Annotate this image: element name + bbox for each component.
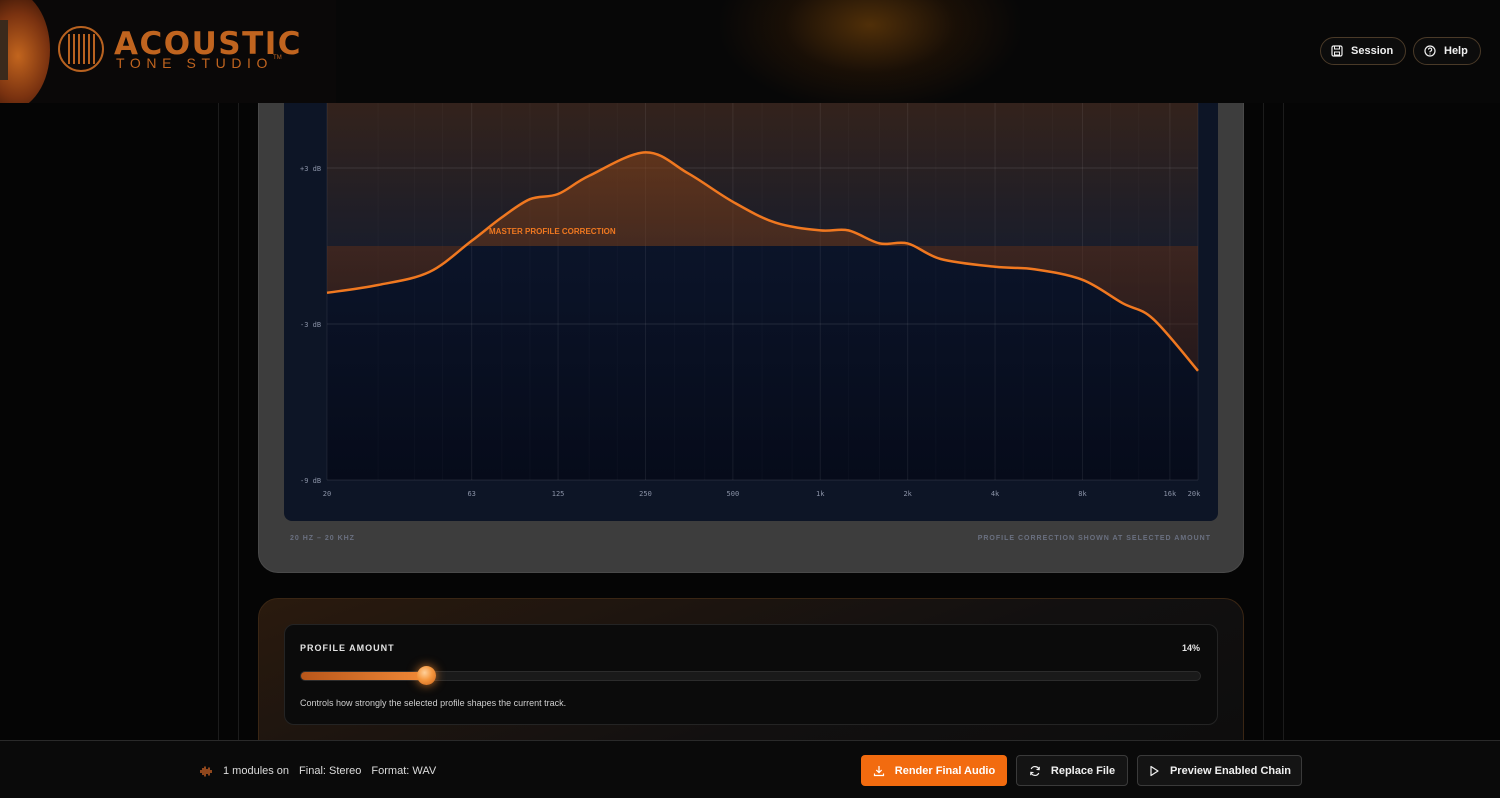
preview-enabled-chain-button[interactable]: Preview Enabled Chain <box>1137 755 1302 786</box>
eq-chart: +3 dB -3 dB -9 dB 20 63 125 250 500 1k 2k 4k 8k 16k… <box>284 90 1218 521</box>
x-tick-label: 8k <box>1078 490 1087 498</box>
x-tick-label: 2k <box>903 490 912 498</box>
help-icon <box>1424 45 1436 57</box>
x-tick-label: 20 <box>323 490 331 498</box>
right-rail-inner <box>1263 0 1264 798</box>
replace-label: Replace File <box>1050 764 1116 777</box>
refresh-icon <box>1030 765 1040 776</box>
replace-file-button[interactable]: Replace File <box>1016 755 1128 786</box>
chart-amount-caption: PROFILE CORRECTION SHOWN AT SELECTED AMO… <box>977 535 1211 542</box>
x-tick-label: 4k <box>991 490 1000 498</box>
eq-chart-svg: +3 dB -3 dB -9 dB 20 63 125 250 500 1k 2k 4k 8k 16k… <box>300 90 1201 498</box>
x-tick-label: 16k <box>1164 490 1177 498</box>
header-glow <box>720 0 1020 103</box>
status-summary: 1 modules on Final: Stereo Format: WAV <box>200 765 436 777</box>
modules-count: 1 modules on <box>223 765 290 777</box>
brand-subtitle-text: TONE STUDIO <box>116 55 274 71</box>
chart-range-caption: 20 HZ – 20 KHZ <box>290 535 355 542</box>
save-icon <box>1331 45 1343 57</box>
guitar-neck <box>0 20 8 80</box>
profile-amount-value: 14% <box>1181 643 1200 653</box>
x-tick-label: 125 <box>552 490 565 498</box>
download-icon <box>873 765 884 776</box>
master-profile-annotation: MASTER PROFILE CORRECTION <box>489 227 616 236</box>
left-rail-inner <box>238 0 239 798</box>
x-tick-label: 500 <box>727 490 740 498</box>
right-rail <box>1283 0 1284 798</box>
output-format: Format: WAV <box>371 765 437 777</box>
preview-label: Preview Enabled Chain <box>1169 764 1292 777</box>
y-tick-label: -3 dB <box>300 321 321 329</box>
x-tick-label: 1k <box>816 490 825 498</box>
left-rail <box>218 0 219 798</box>
y-tick-label: -9 dB <box>300 477 321 485</box>
profile-amount-label: PROFILE AMOUNT <box>300 643 395 653</box>
x-tick-label: 250 <box>639 490 652 498</box>
session-button[interactable]: Session <box>1320 37 1407 65</box>
x-tick-label: 63 <box>467 490 475 498</box>
final-mode: Final: Stereo <box>299 765 362 777</box>
slider-fill <box>301 672 427 680</box>
y-tick-label: +3 dB <box>300 165 321 173</box>
render-final-audio-button[interactable]: Render Final Audio <box>861 755 1007 786</box>
help-button[interactable]: Help <box>1413 37 1481 65</box>
slider-thumb[interactable] <box>417 666 436 685</box>
soundhole-logo-icon <box>58 26 104 72</box>
session-label: Session <box>1351 45 1394 57</box>
brand[interactable]: ACOUSTIC TONE STUDIOTM <box>0 0 336 103</box>
brand-tm: TM <box>273 55 282 61</box>
app-header: ACOUSTIC TONE STUDIOTM Session Help <box>0 0 1500 103</box>
profile-amount-help: Controls how strongly the selected profi… <box>300 698 567 708</box>
render-label: Render Final Audio <box>894 764 996 777</box>
waveform-icon <box>200 766 212 776</box>
play-icon <box>1150 765 1159 776</box>
brand-subtitle: TONE STUDIOTM <box>116 55 282 71</box>
x-tick-label: 20k <box>1188 490 1201 498</box>
action-bar: 1 modules on Final: Stereo Format: WAV R… <box>0 740 1500 798</box>
help-label: Help <box>1444 45 1468 57</box>
